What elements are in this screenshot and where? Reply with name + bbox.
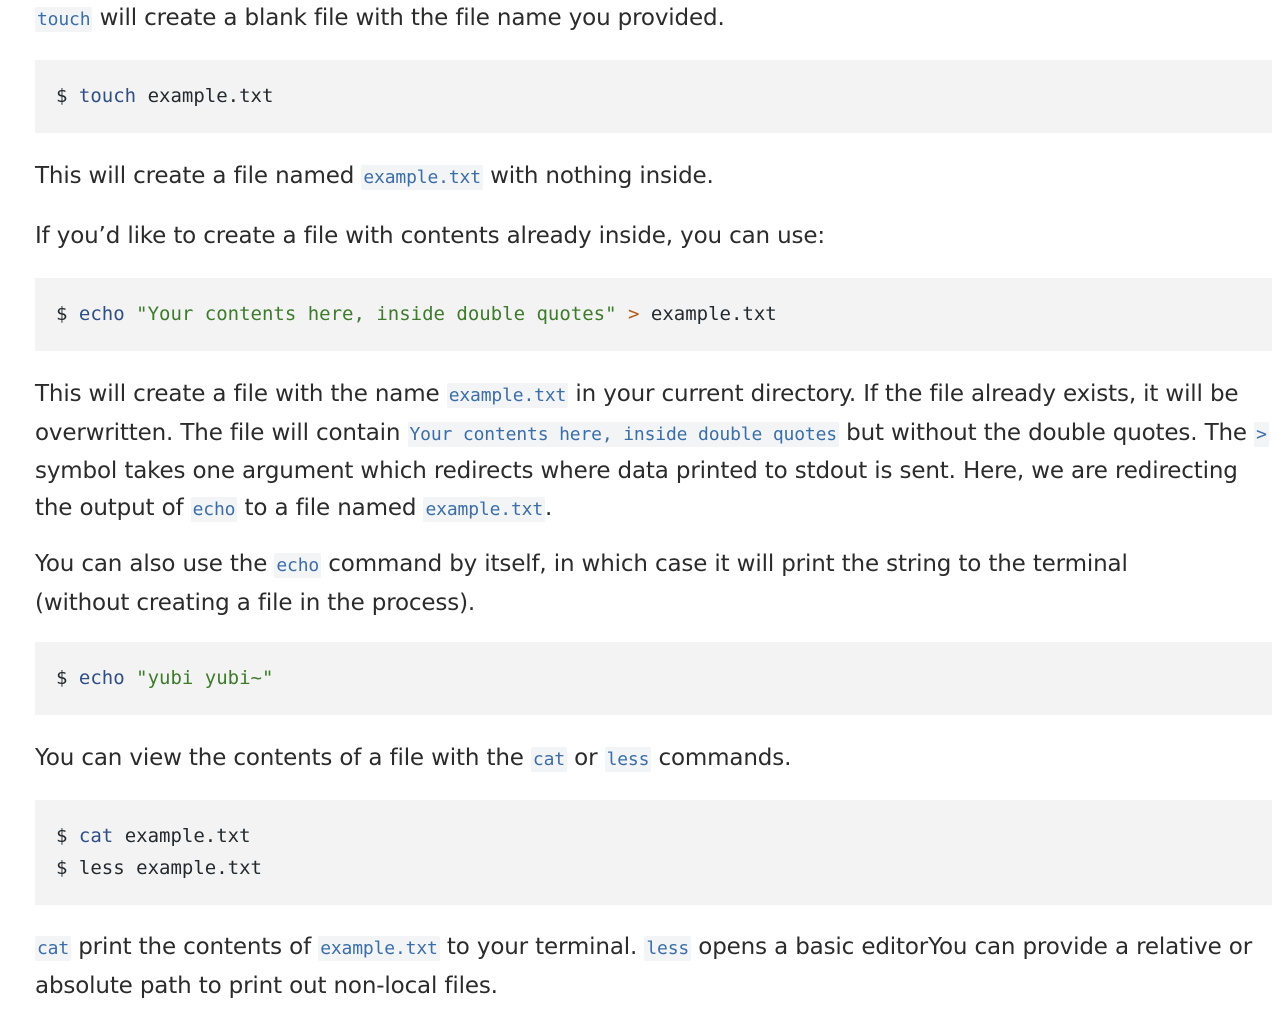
text-run: or xyxy=(574,745,598,771)
text-run: You can also use the xyxy=(35,551,268,577)
inline-code-contents: Your contents here, inside double quotes xyxy=(407,421,839,447)
command-argument: example.txt xyxy=(124,825,251,847)
inline-code-cat: cat xyxy=(530,747,567,772)
command-keyword: echo xyxy=(78,303,125,325)
shell-prompt: $ xyxy=(56,667,68,689)
text-run: You can view the contents of a file with… xyxy=(35,745,524,771)
command-keyword: less xyxy=(78,857,125,879)
code-line: $ echo "Your contents here, inside doubl… xyxy=(56,298,1251,330)
touch-result-paragraph: This will create a file named example.tx… xyxy=(35,158,714,197)
code-block-echo-redirect: $ echo "Your contents here, inside doubl… xyxy=(35,278,1272,351)
inline-code-filename: example.txt xyxy=(446,383,569,408)
inline-code-redirect: > xyxy=(1254,421,1269,447)
command-argument: example.txt xyxy=(147,85,274,107)
command-keyword: touch xyxy=(78,85,137,107)
inline-code-filename: example.txt xyxy=(318,936,440,961)
inline-code-less: less xyxy=(604,747,652,772)
code-line: $ echo "yubi yubi~" xyxy=(56,662,1251,694)
contents-intro-paragraph: If you’d like to create a file with cont… xyxy=(35,223,825,249)
shell-prompt: $ xyxy=(56,303,68,325)
code-block-echo-plain: $ echo "yubi yubi~" xyxy=(35,642,1272,715)
inline-code-filename: example.txt xyxy=(423,496,546,522)
text-run: print the contents of xyxy=(78,934,312,960)
code-block-view: $ cat example.txt $ less example.txt xyxy=(35,800,1272,905)
command-keyword: echo xyxy=(78,667,125,689)
touch-intro-paragraph: touch will create a blank file with the … xyxy=(35,0,725,39)
string-literal: "Your contents here, inside double quote… xyxy=(136,303,617,325)
inline-code-echo: echo xyxy=(190,496,238,522)
text-run: with nothing inside. xyxy=(490,163,714,189)
final-paragraph: cat print the contents of example.txt to… xyxy=(35,929,1255,1004)
string-literal: "yubi yubi~" xyxy=(136,667,274,689)
command-argument: example.txt xyxy=(650,303,777,325)
text-run: commands. xyxy=(658,745,792,771)
text-run: to a file named xyxy=(244,494,417,521)
command-argument: example.txt xyxy=(136,857,262,879)
code-line: $ touch example.txt xyxy=(56,80,1251,112)
text-run: . xyxy=(545,494,553,521)
inline-code-cat: cat xyxy=(35,936,72,961)
text-run: to your terminal. xyxy=(446,934,638,960)
redirect-operator: > xyxy=(628,303,640,325)
shell-prompt: $ xyxy=(56,85,68,107)
shell-prompt: $ xyxy=(56,825,68,847)
code-block-touch: $ touch example.txt xyxy=(35,60,1272,133)
inline-code-filename: example.txt xyxy=(361,165,483,190)
shell-prompt: $ xyxy=(56,857,68,879)
code-line: $ less example.txt xyxy=(56,852,1251,884)
code-line: $ cat example.txt xyxy=(56,820,1251,852)
inline-code-less: less xyxy=(644,936,692,961)
text-run: This will create a file with the name xyxy=(35,381,440,407)
redirect-explain-paragraph: This will create a file with the name ex… xyxy=(35,376,1275,528)
touch-intro-text: will create a blank file with the file n… xyxy=(99,5,725,31)
command-keyword: cat xyxy=(78,825,114,847)
text-run: but without the double quotes. The xyxy=(846,419,1247,446)
inline-code-echo: echo xyxy=(274,553,322,578)
text-run: This will create a file named xyxy=(35,163,355,189)
inline-code-touch: touch xyxy=(35,7,93,32)
echo-alone-paragraph: You can also use the echo command by its… xyxy=(35,546,1215,621)
view-contents-paragraph: You can view the contents of a file with… xyxy=(35,740,791,779)
